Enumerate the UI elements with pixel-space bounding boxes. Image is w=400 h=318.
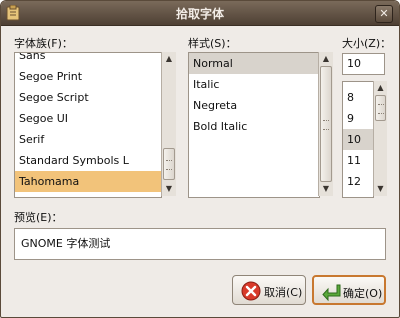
list-item[interactable]: 8: [343, 87, 373, 108]
scroll-thumb[interactable]: [320, 66, 332, 182]
scroll-up-icon[interactable]: ▲: [374, 82, 387, 94]
scroll-down-icon[interactable]: ▼: [162, 183, 176, 195]
close-icon: ✕: [379, 7, 389, 20]
cancel-button[interactable]: 取消(C): [232, 275, 306, 305]
style-scrollbar[interactable]: ▲ ▼: [318, 52, 333, 196]
window-title: 拾取字体: [175, 7, 224, 21]
list-item-selected[interactable]: Normal: [189, 53, 319, 74]
list-item[interactable]: Segoe UI: [15, 108, 161, 129]
list-item[interactable]: Segoe Script: [15, 87, 161, 108]
family-scrollbar[interactable]: ▲ ▼: [161, 52, 176, 196]
family-list[interactable]: Sans Segoe Print Segoe Script Segoe UI S…: [14, 52, 162, 198]
size-scrollbar[interactable]: ▲ ▼: [373, 81, 387, 196]
style-list[interactable]: Normal Italic Negreta Bold Italic: [188, 52, 320, 198]
list-item-selected[interactable]: 10: [343, 129, 373, 150]
scroll-thumb[interactable]: [163, 148, 175, 180]
list-item[interactable]: Sans: [15, 53, 161, 66]
scroll-thumb[interactable]: [375, 95, 386, 121]
scroll-down-icon[interactable]: ▼: [374, 183, 387, 195]
font-picker-dialog: 拾取字体 ✕ 字体族(F)： Sans Segoe Print Segoe Sc…: [0, 0, 400, 318]
list-item[interactable]: Serif: [15, 129, 161, 150]
preview-label: 预览(E)：: [14, 211, 63, 224]
size-list[interactable]: 8 9 10 11 12: [342, 81, 374, 198]
cancel-icon: [241, 281, 261, 301]
close-button[interactable]: ✕: [375, 5, 393, 23]
size-label: 大小(Z)：: [342, 37, 392, 50]
list-item-selected[interactable]: Tahomama: [15, 171, 161, 192]
list-item[interactable]: 11: [343, 150, 373, 171]
confirm-arrow-icon: [322, 284, 341, 302]
scroll-down-icon[interactable]: ▼: [319, 183, 333, 195]
scroll-up-icon[interactable]: ▲: [319, 53, 333, 65]
preview-field[interactable]: GNOME 字体测试: [14, 228, 386, 260]
list-item[interactable]: Italic: [189, 74, 319, 95]
list-item[interactable]: 9: [343, 108, 373, 129]
list-item[interactable]: Segoe Print: [15, 66, 161, 87]
scroll-up-icon[interactable]: ▲: [162, 53, 176, 65]
ok-label: 确定(O): [343, 287, 383, 300]
list-item[interactable]: Bold Italic: [189, 116, 319, 137]
list-item[interactable]: Negreta: [189, 95, 319, 116]
title-bar[interactable]: 拾取字体 ✕: [1, 1, 399, 26]
list-item[interactable]: 12: [343, 171, 373, 192]
style-label: 样式(S)：: [188, 37, 237, 50]
ok-button[interactable]: 确定(O): [312, 275, 386, 305]
family-label: 字体族(F)：: [14, 37, 73, 50]
list-item[interactable]: Standard Symbols L: [15, 150, 161, 171]
size-entry[interactable]: 10: [342, 53, 385, 75]
cancel-label: 取消(C): [264, 286, 303, 299]
